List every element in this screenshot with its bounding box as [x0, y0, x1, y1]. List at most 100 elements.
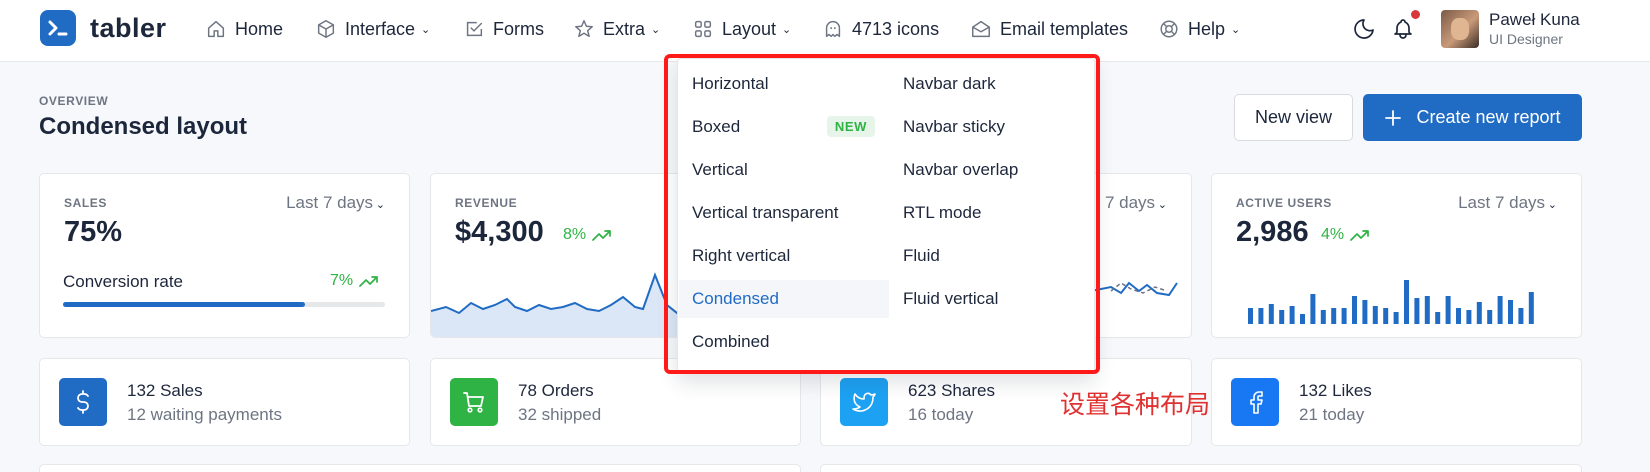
- trending-up-icon: [592, 230, 611, 241]
- page-pretitle: OVERVIEW: [39, 94, 109, 108]
- mail-opened-icon: [972, 20, 990, 38]
- create-report-button[interactable]: Create new report: [1363, 94, 1582, 141]
- menu-item-horizontal[interactable]: Horizontal: [679, 65, 889, 103]
- menu-item-vertical[interactable]: Vertical: [679, 151, 889, 189]
- stat-sub: 21 today: [1299, 405, 1365, 424]
- nav-interface[interactable]: Interface ⌄: [315, 0, 430, 58]
- revenue-trend: 8%: [563, 226, 612, 244]
- menu-item-navbar-sticky[interactable]: Navbar sticky: [890, 108, 1090, 146]
- bar: [1352, 296, 1357, 324]
- new-view-button[interactable]: New view: [1234, 94, 1353, 141]
- menu-item-boxed-label: Boxed: [692, 117, 741, 136]
- annotation-text: 设置各种布局: [1060, 390, 1211, 419]
- brand-logo[interactable]: tabler: [40, 10, 167, 46]
- revenue-trend-value: 8%: [563, 226, 587, 243]
- bar: [1414, 298, 1420, 324]
- nav-extra-label: Extra: [603, 18, 646, 39]
- sales-period-label: Last 7 days: [286, 193, 374, 212]
- create-report-label: Create new report: [1416, 107, 1561, 127]
- bar: [1518, 308, 1524, 324]
- nav-icons[interactable]: 4713 icons: [822, 0, 939, 58]
- nav-forms[interactable]: Forms: [463, 0, 544, 58]
- avatar[interactable]: [1441, 10, 1479, 48]
- bar: [1268, 304, 1274, 324]
- user-name[interactable]: Paweł Kuna: [1489, 10, 1580, 30]
- bar: [1258, 308, 1264, 324]
- user-role: UI Designer: [1489, 31, 1563, 47]
- bar: [1383, 308, 1389, 324]
- active-users-bar-chart: [1248, 280, 1534, 324]
- sales-card: SALES Last 7 days ⌄ 75%: [39, 173, 410, 338]
- stat-sub: 16 today: [908, 405, 974, 424]
- conversion-progress-fill: [63, 302, 305, 307]
- nav-layout[interactable]: Layout ⌄: [692, 0, 791, 58]
- bar: [1300, 314, 1305, 324]
- chevron-down-icon: ⌄: [421, 23, 431, 36]
- nav-interface-label: Interface: [345, 18, 416, 39]
- bar: [1248, 308, 1253, 324]
- facebook-icon: [1231, 378, 1279, 426]
- menu-item-fluid-vertical[interactable]: Fluid vertical: [890, 280, 1090, 318]
- sales-period-dropdown[interactable]: Last 7 days ⌄: [286, 193, 385, 213]
- bottom-card-left: [39, 464, 801, 472]
- nav-extra[interactable]: Extra ⌄: [573, 0, 660, 58]
- menu-item-boxed[interactable]: Boxed NEW: [679, 108, 889, 146]
- nav-help-label: Help: [1188, 18, 1226, 39]
- home-icon: [207, 20, 225, 38]
- bar: [1476, 302, 1482, 324]
- bar: [1466, 310, 1472, 324]
- active-users-period-dropdown[interactable]: Last 7 days ⌄: [1458, 193, 1557, 213]
- third-period-dropdown[interactable]: 7 days ⌄: [1105, 193, 1167, 213]
- nav-icons-label: 4713 icons: [852, 18, 940, 39]
- third-period-label: 7 days: [1104, 193, 1156, 212]
- bar: [1508, 300, 1513, 324]
- sales-value: 75%: [64, 216, 123, 248]
- chevron-down-icon: ⌄: [651, 23, 661, 36]
- menu-item-right-vertical[interactable]: Right vertical: [679, 237, 889, 275]
- conversion-progress: [63, 302, 385, 307]
- cart-icon: [450, 378, 498, 426]
- menu-item-vertical-transparent[interactable]: Vertical transparent: [679, 194, 889, 232]
- chevron-down-icon: ⌄: [375, 199, 385, 211]
- notification-dot: [1411, 10, 1420, 19]
- bar: [1331, 308, 1337, 324]
- menu-item-rtl-mode[interactable]: RTL mode: [890, 194, 1090, 232]
- menu-item-condensed[interactable]: Condensed: [679, 280, 889, 318]
- layout-icon: [694, 20, 712, 38]
- menu-item-combined[interactable]: Combined: [679, 323, 889, 361]
- active-users-value: 2,986: [1236, 216, 1309, 248]
- stat-main: 623 Shares: [908, 381, 995, 400]
- moon-icon[interactable]: [1352, 17, 1376, 41]
- top-navbar: tabler Home Interface ⌄ Forms Extra ⌄ La…: [0, 0, 1650, 62]
- menu-item-navbar-dark[interactable]: Navbar dark: [890, 65, 1090, 103]
- nav-email-templates[interactable]: Email templates: [970, 0, 1128, 58]
- plus-icon: [1385, 109, 1402, 126]
- chevron-down-icon: ⌄: [782, 23, 792, 36]
- star-icon: [575, 20, 593, 38]
- twitter-icon: [840, 378, 888, 426]
- nav-help[interactable]: Help ⌄: [1158, 0, 1240, 58]
- stat-main: 78 Orders: [518, 381, 594, 400]
- bell-icon[interactable]: [1391, 17, 1415, 41]
- bar: [1279, 310, 1285, 324]
- conversion-trend-value: 7%: [330, 272, 354, 289]
- bar: [1456, 308, 1461, 324]
- active-users-trend: 4%: [1321, 226, 1370, 244]
- menu-item-navbar-overlap[interactable]: Navbar overlap: [890, 151, 1090, 189]
- bar: [1528, 292, 1534, 324]
- stat-sub: 32 shipped: [518, 405, 602, 424]
- stat-card-likes: 132 Likes 21 today: [1211, 358, 1582, 446]
- bar: [1393, 312, 1399, 324]
- menu-item-fluid[interactable]: Fluid: [890, 237, 1090, 275]
- trending-up-icon: [1350, 230, 1369, 241]
- third-line: [1090, 281, 1178, 297]
- chevron-down-icon: ⌄: [1157, 199, 1167, 211]
- layout-dropdown-menu: Horizontal Boxed NEW Vertical Vertical t…: [677, 58, 1095, 374]
- nav-layout-label: Layout: [722, 18, 777, 39]
- bar: [1372, 306, 1378, 324]
- chevron-down-icon: ⌄: [1231, 23, 1241, 36]
- nav-home[interactable]: Home: [205, 0, 283, 58]
- revenue-label: REVENUE: [455, 196, 518, 210]
- ghost-icon: [825, 20, 841, 38]
- page-title: Condensed layout: [39, 113, 248, 140]
